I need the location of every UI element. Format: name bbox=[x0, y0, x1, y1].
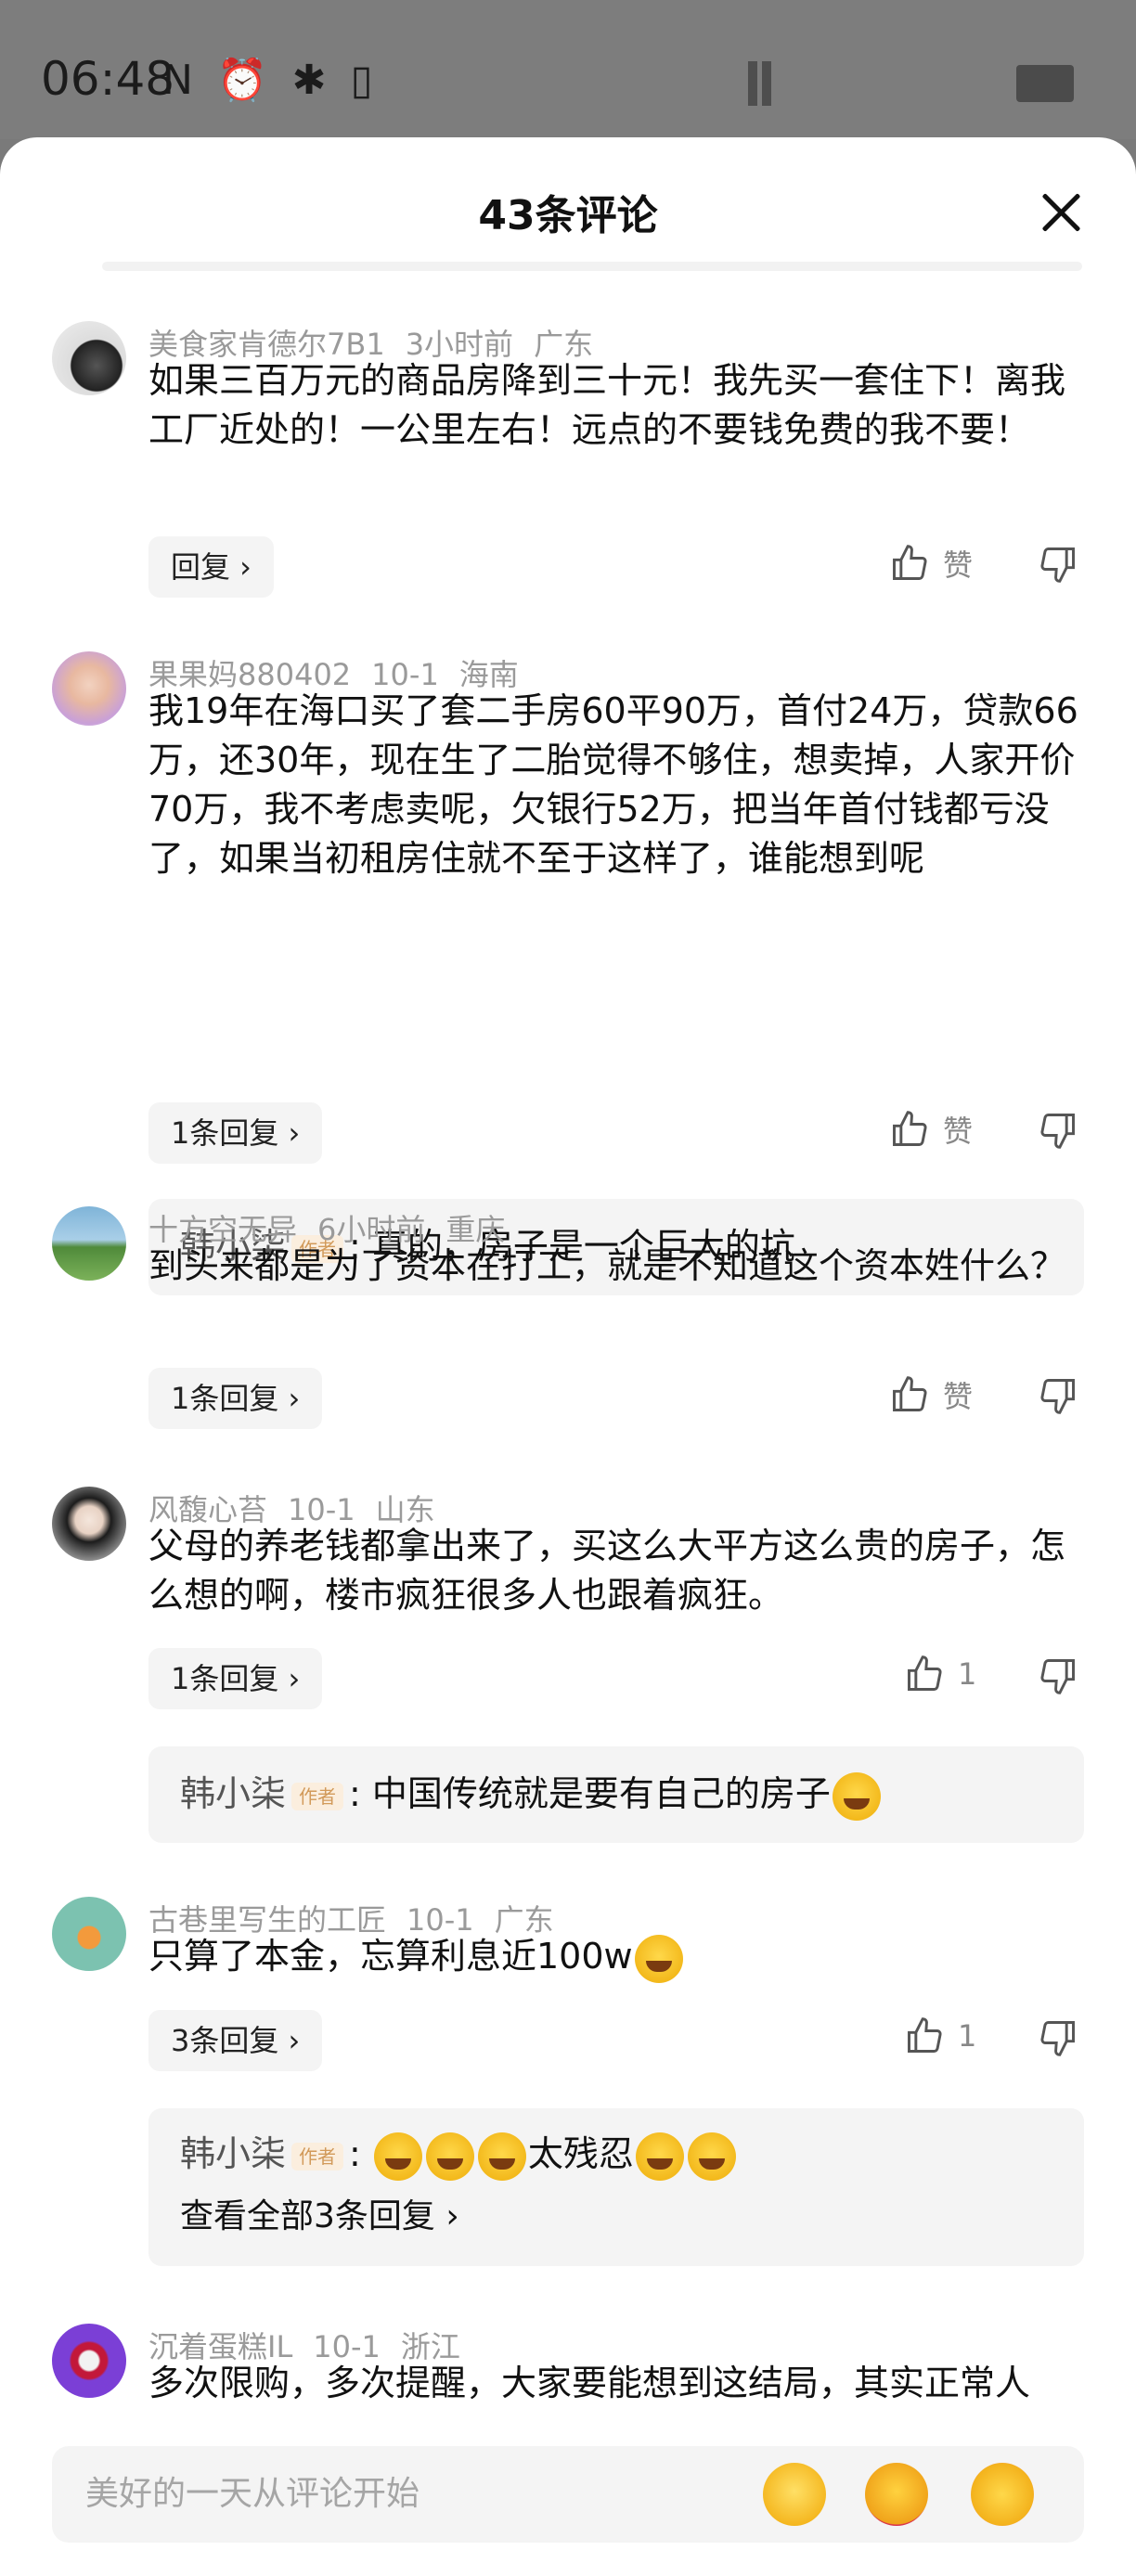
status-icons: N ⏰ ✱ ▯ bbox=[162, 57, 379, 104]
like-label: 赞 bbox=[943, 1114, 974, 1149]
crying-laughing-emoji bbox=[477, 2132, 526, 2181]
like-button[interactable]: 赞 bbox=[889, 542, 973, 598]
reply-line: 韩小柒 作者: 中国传统就是要有自己的房子 bbox=[180, 1769, 1052, 1821]
comments-title: 43条评论 bbox=[478, 192, 658, 239]
rose-emoji-button[interactable] bbox=[865, 2463, 928, 2526]
status-time: 06:48 bbox=[41, 52, 175, 106]
avatar[interactable] bbox=[52, 321, 126, 395]
reply-text: : 中国传统就是要有自己的房子 bbox=[349, 1773, 831, 1814]
like-label: 赞 bbox=[943, 1379, 974, 1414]
author-badge: 作者 bbox=[291, 1782, 344, 1810]
reply-button[interactable]: 1条回复 › bbox=[148, 1102, 323, 1164]
comment-input-bar bbox=[52, 2446, 1084, 2543]
thumb-down-icon[interactable] bbox=[1038, 544, 1078, 588]
reply-author[interactable]: 韩小柒 bbox=[180, 2133, 286, 2174]
thumb-up-icon bbox=[893, 1111, 927, 1146]
thumb-up-icon bbox=[893, 1376, 927, 1411]
like-button[interactable]: 赞 bbox=[889, 1373, 973, 1429]
reply-button[interactable]: 1条回复 › bbox=[148, 1368, 323, 1429]
reply-button[interactable]: 3条回复 › bbox=[148, 2010, 323, 2071]
author-badge: 作者 bbox=[291, 2142, 344, 2170]
comment-text: 父母的养老钱都拿出来了，买这么大平方这么贵的房子，怎么想的啊，楼市疯狂很多人也跟… bbox=[148, 1526, 1066, 1616]
comment-text: 到头来都是为了资本在打工，就是不知道这个资本姓什么？ bbox=[148, 1245, 1066, 1286]
close-icon[interactable] bbox=[1038, 189, 1084, 236]
thumb-up-icon bbox=[893, 545, 927, 580]
signal-icon bbox=[748, 61, 785, 106]
comment-text: 只算了本金，忘算利息近100w bbox=[148, 1932, 1086, 1983]
thumb-down-icon[interactable] bbox=[1038, 1375, 1078, 1420]
comment-text: 多次限购，多次提醒，大家要能想到这结局，其实正常人 bbox=[148, 2363, 1031, 2403]
grin-emoji-button[interactable] bbox=[763, 2463, 826, 2526]
avatar[interactable] bbox=[52, 1897, 126, 1971]
laughing-emoji bbox=[832, 1771, 881, 1821]
like-count: 1 bbox=[958, 1656, 977, 1692]
like-label: 赞 bbox=[943, 547, 974, 583]
crying-laughing-emoji bbox=[425, 2132, 474, 2181]
thumb-down-icon[interactable] bbox=[1038, 1110, 1078, 1154]
reply-preview[interactable]: 韩小柒 作者: 中国传统就是要有自己的房子 bbox=[148, 1746, 1084, 1843]
crying-laughing-emoji bbox=[634, 1934, 683, 1983]
avatar[interactable] bbox=[52, 1487, 126, 1561]
thumb-down-icon[interactable] bbox=[1038, 2017, 1078, 2062]
avatar[interactable] bbox=[52, 651, 126, 726]
battery-icon bbox=[1016, 65, 1074, 102]
thumb-up-icon bbox=[908, 1655, 942, 1691]
thumb-down-icon[interactable] bbox=[1038, 1655, 1078, 1700]
reply-line: 韩小柒 作者: 太残忍 bbox=[180, 2129, 1052, 2181]
like-button[interactable]: 1 bbox=[904, 1654, 976, 1709]
reply-button[interactable]: 1条回复 › bbox=[148, 1648, 323, 1709]
like-count: 1 bbox=[958, 2018, 977, 2054]
avatar[interactable] bbox=[52, 2324, 126, 2398]
laughing-emoji bbox=[687, 2132, 736, 2181]
laughing-emoji bbox=[635, 2132, 684, 2181]
comment-input[interactable] bbox=[85, 2446, 735, 2543]
view-all-replies-link[interactable]: 查看全部3条回复 › bbox=[180, 2192, 1052, 2242]
reply-text: : bbox=[349, 2133, 361, 2174]
reply-text-tail: 太残忍 bbox=[527, 2133, 634, 2174]
reply-author[interactable]: 韩小柒 bbox=[180, 1773, 286, 1814]
reply-button[interactable]: 回复 › bbox=[148, 536, 274, 598]
comment-text-content: 只算了本金，忘算利息近100w bbox=[148, 1936, 633, 1977]
like-button[interactable]: 1 bbox=[904, 2016, 976, 2071]
reply-preview[interactable]: 韩小柒 作者: 太残忍 查看全部3条回复 › bbox=[148, 2108, 1084, 2266]
comment-text: 我19年在海口买了套二手房60平90万，首付24万，贷款66万，还30年，现在生… bbox=[148, 690, 1078, 879]
party-emoji-button[interactable] bbox=[971, 2463, 1034, 2526]
comment-text: 如果三百万元的商品房降到三十元！我先买一套住下！离我工厂近处的！一公里左右！远点… bbox=[148, 360, 1066, 450]
crying-laughing-emoji bbox=[373, 2132, 422, 2181]
thumb-up-icon bbox=[908, 2017, 942, 2053]
like-button[interactable]: 赞 bbox=[889, 1108, 973, 1164]
comments-sheet: 43条评论 美食家肯德尔7B1 3小时前 广东 如果三百万元的商品房降到三十元！我先… bbox=[0, 137, 1136, 2576]
avatar[interactable] bbox=[52, 1206, 126, 1281]
divider bbox=[102, 262, 1082, 271]
status-bar: 06:48 N ⏰ ✱ ▯ bbox=[0, 0, 1136, 139]
